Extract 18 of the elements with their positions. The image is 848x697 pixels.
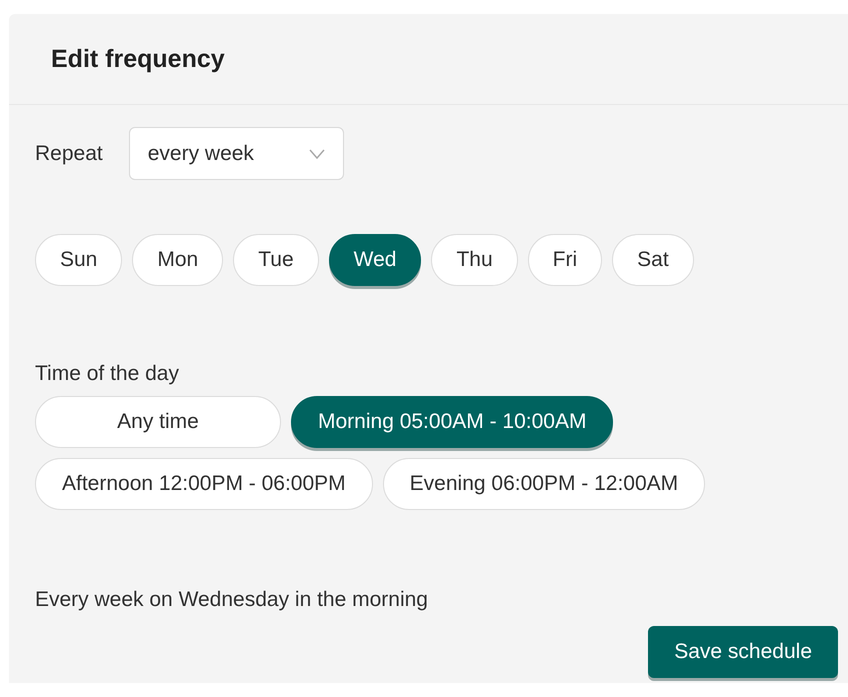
dialog-title: Edit frequency [51,44,225,74]
schedule-summary: Every week on Wednesday in the morning [35,588,429,612]
day-toggle[interactable]: Mon [132,234,224,286]
chevron-down-icon [308,148,325,158]
day-toggle[interactable]: Wed [328,234,422,286]
day-toggle[interactable]: Sun [35,234,122,286]
time-of-day-label: Time of the day [35,362,179,386]
day-toggle[interactable]: Thu [431,234,518,286]
save-schedule-button[interactable]: Save schedule [648,626,838,678]
time-option[interactable]: Any time [35,396,281,448]
time-option[interactable]: Afternoon 12:00PM - 06:00PM [35,458,373,510]
repeat-dropdown[interactable]: every week [128,127,344,180]
day-toggle[interactable]: Tue [233,234,319,286]
time-option[interactable]: Evening 06:00PM - 12:00AM [382,458,706,510]
time-option[interactable]: Morning 05:00AM - 10:00AM [291,396,614,448]
day-toggle[interactable]: Fri [528,234,602,286]
repeat-label: Repeat [35,142,103,166]
day-toggle[interactable]: Sat [612,234,694,286]
